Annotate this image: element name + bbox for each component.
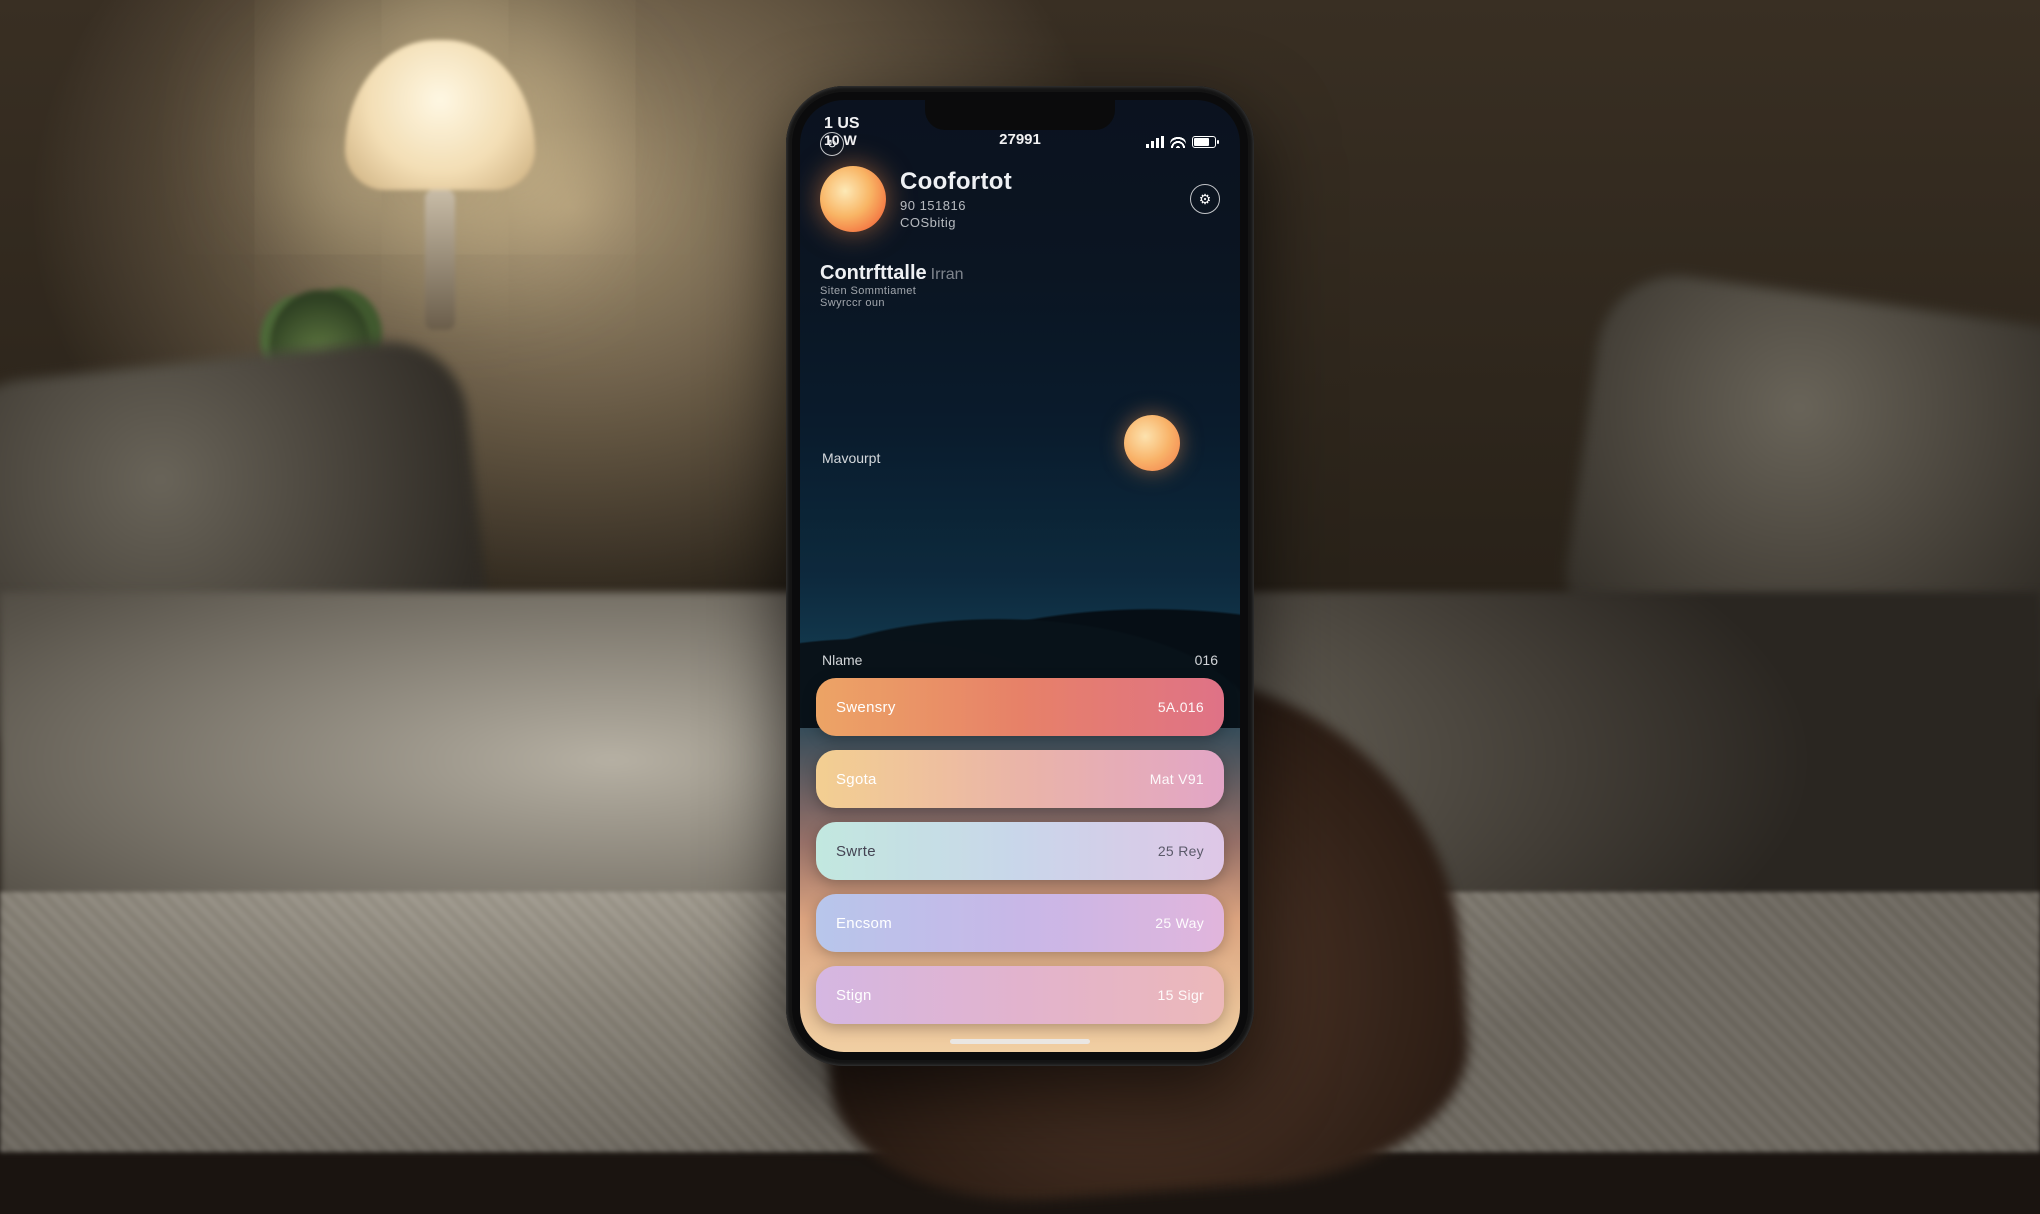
list-item-value: 15 Sigr <box>1158 987 1204 1003</box>
preset-list: Nlame 016 Swensry 5A.016 Sgota Mat V91 S… <box>800 652 1240 1038</box>
phone-screen[interactable]: 1 US 10 W 27991 ↻ Coofortot <box>800 100 1240 1052</box>
home-indicator[interactable] <box>950 1039 1090 1044</box>
list-item-value: 5A.016 <box>1158 699 1204 715</box>
status-center: 27991 <box>999 131 1041 148</box>
list-header-right: 016 <box>1195 652 1218 668</box>
moon-icon <box>1124 415 1180 471</box>
list-item-value: Mat V91 <box>1150 771 1204 787</box>
app-header: ↻ Coofortot 90 151816 COSbitig ⚙ <box>800 166 1240 309</box>
section-line-1: Siten Sommtiamet <box>820 285 1220 297</box>
list-header-left: Nlame <box>822 652 862 668</box>
mid-label: Mavourpt <box>822 450 880 466</box>
app-sub2: COSbitig <box>900 215 1012 230</box>
list-item-label: Swrte <box>836 843 876 860</box>
list-item-label: Sgota <box>836 771 877 788</box>
wifi-icon <box>1170 136 1186 148</box>
app-sub1: 90 151816 <box>900 198 1012 213</box>
list-item-label: Encsom <box>836 915 892 932</box>
list-item[interactable]: Sgota Mat V91 <box>816 750 1224 808</box>
gear-icon: ⚙ <box>1199 191 1212 208</box>
list-item[interactable]: Swensry 5A.016 <box>816 678 1224 736</box>
sun-icon <box>820 166 886 232</box>
bedroom-scene: 1 US 10 W 27991 ↻ Coofortot <box>0 0 2040 1152</box>
list-item-value: 25 Way <box>1155 915 1204 931</box>
refresh-icon[interactable]: ↻ <box>820 132 844 156</box>
phone-frame: 1 US 10 W 27991 ↻ Coofortot <box>786 86 1254 1066</box>
status-left-1: 1 US <box>824 115 860 133</box>
list-item-label: Swensry <box>836 699 896 716</box>
settings-button[interactable]: ⚙ <box>1190 184 1220 214</box>
list-item[interactable]: Encsom 25 Way <box>816 894 1224 952</box>
section-line-2: Swyrccr oun <box>820 297 1220 309</box>
list-item-value: 25 Rey <box>1158 843 1204 859</box>
status-bar: 1 US 10 W 27991 <box>800 100 1240 152</box>
list-header: Nlame 016 <box>816 652 1224 678</box>
battery-icon <box>1192 136 1216 148</box>
list-item[interactable]: Swrte 25 Rey <box>816 822 1224 880</box>
app-title: Coofortot <box>900 168 1012 196</box>
list-item[interactable]: Stign 15 Sigr <box>816 966 1224 1024</box>
signal-icon <box>1146 136 1164 148</box>
section-title: ContrfttalleIrran <box>820 262 1220 285</box>
list-item-label: Stign <box>836 987 872 1004</box>
